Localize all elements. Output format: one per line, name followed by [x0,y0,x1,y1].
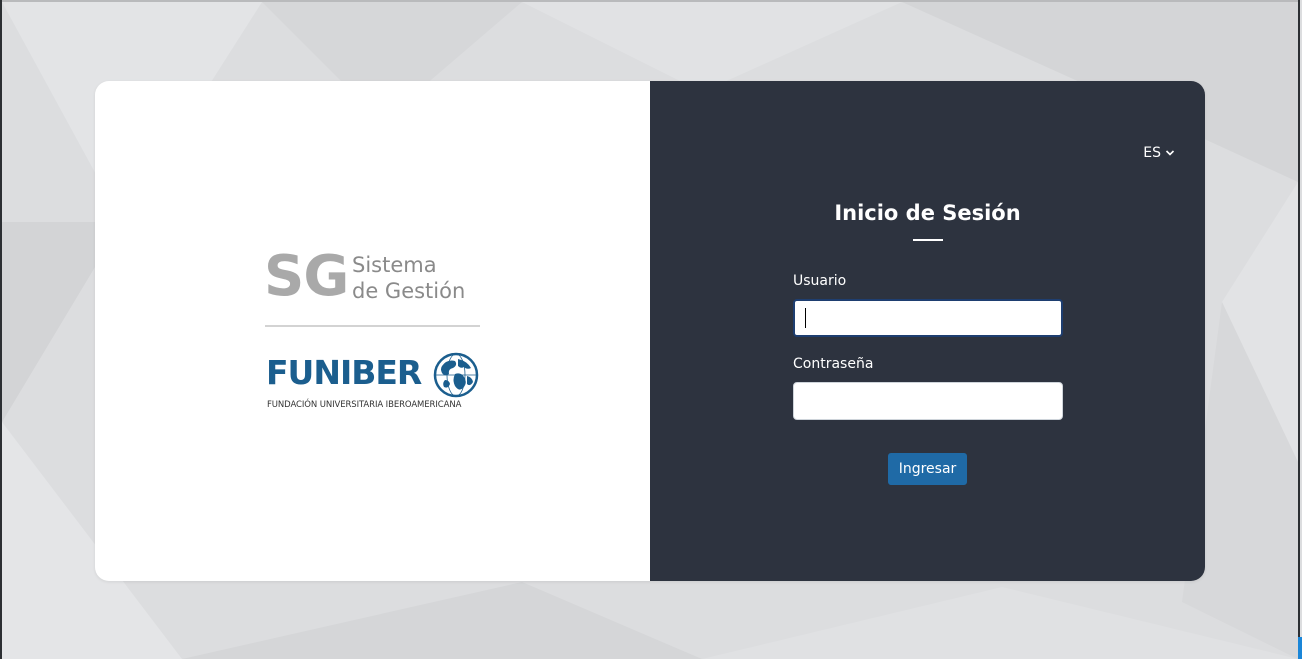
language-selector[interactable]: ES [1143,145,1175,161]
login-card: SG Sistema de Gestión FUNIBER FUNDACIÓN … [95,81,1205,581]
language-selected: ES [1143,145,1161,161]
edge-accent [1298,637,1302,659]
title-underline [913,239,943,241]
sg-logo-line2: de Gestión [352,279,466,303]
password-label: Contraseña [793,356,874,372]
login-title: Inicio de Sesión [834,201,1021,225]
username-label: Usuario [793,273,847,289]
login-button[interactable]: Ingresar [888,453,967,485]
window-right-edge [1298,0,1300,659]
globe-icon [433,352,479,398]
sg-logo-letters: SG [264,244,349,309]
password-input[interactable] [793,382,1063,420]
sg-logo-text: Sistema de Gestión [352,252,465,304]
sg-logo-line1: Sistema [352,253,437,277]
chevron-down-icon [1165,150,1175,156]
funiber-logo-subtitle: FUNDACIÓN UNIVERSITARIA IBEROAMERICANA [267,400,462,410]
username-input[interactable] [793,299,1063,337]
text-caret [805,308,806,328]
logo-divider [265,325,480,327]
login-panel: ES Inicio de Sesión Usuario Contraseña I… [650,81,1205,581]
branding-panel: SG Sistema de Gestión FUNIBER FUNDACIÓN … [95,81,650,581]
funiber-logo-name: FUNIBER [266,353,422,392]
